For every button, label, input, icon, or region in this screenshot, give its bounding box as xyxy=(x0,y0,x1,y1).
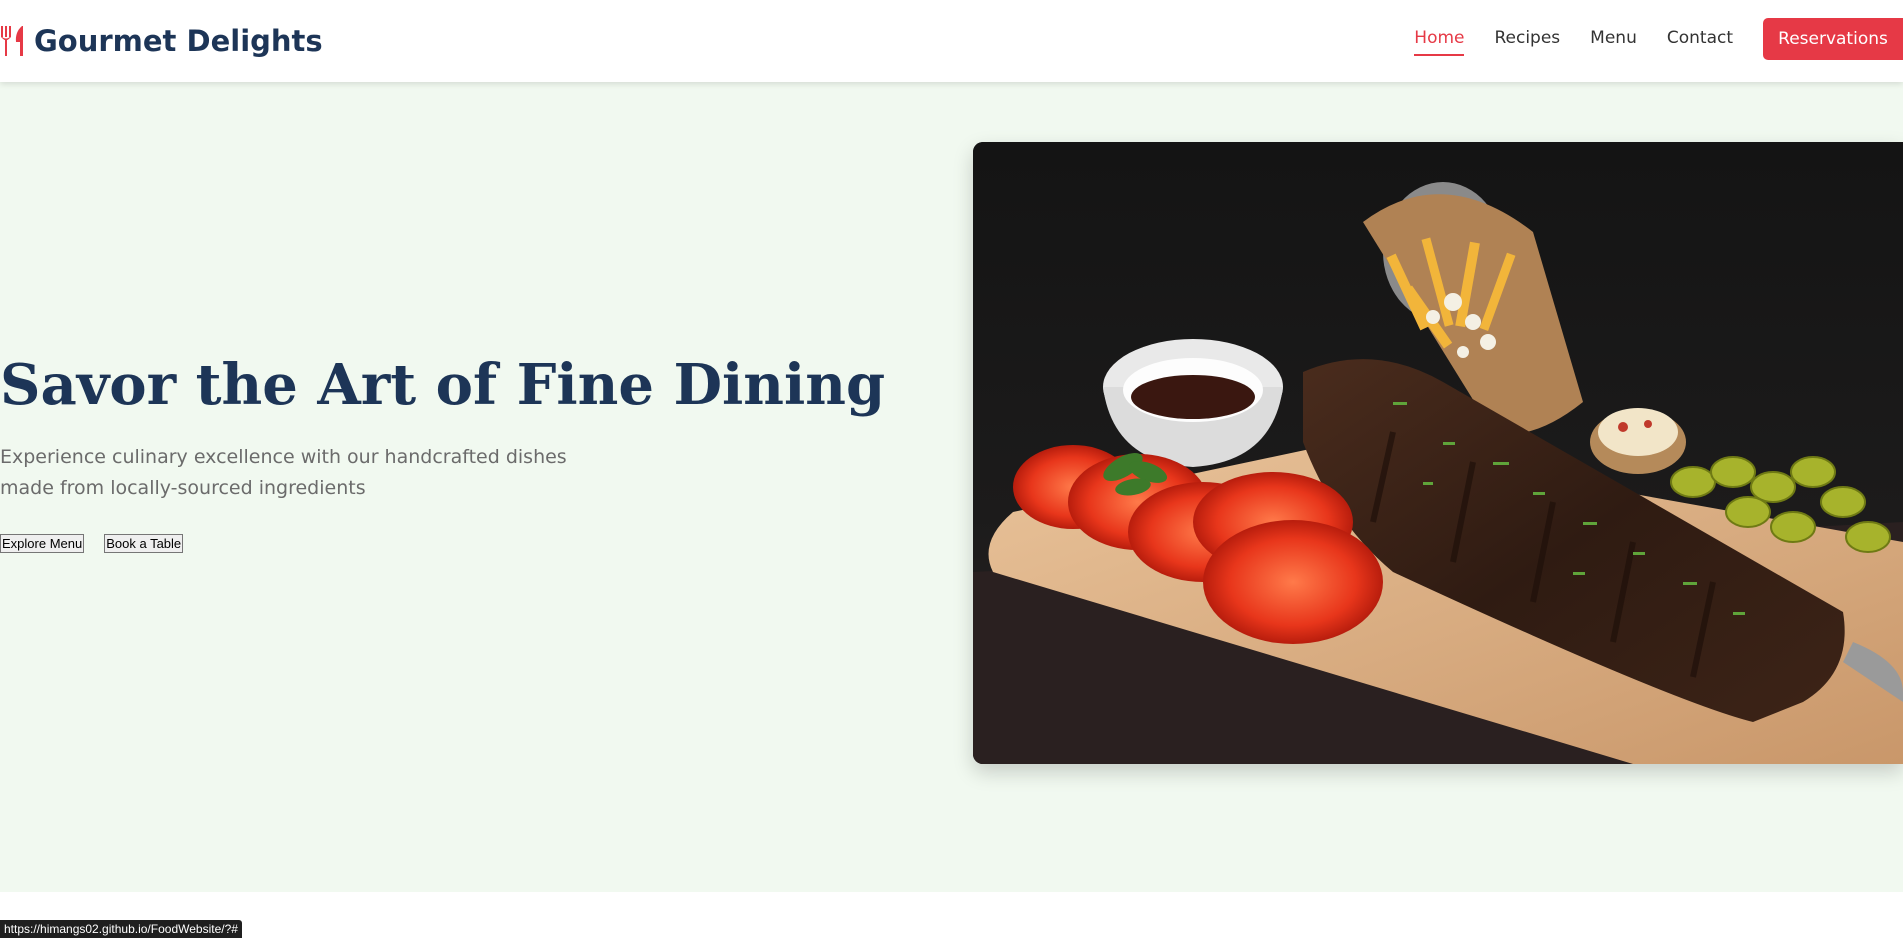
hero-title: Savor the Art of Fine Dining xyxy=(0,352,886,418)
site-header: Gourmet Delights Home Recipes Menu Conta… xyxy=(0,0,1903,82)
next-section xyxy=(0,892,1903,938)
explore-menu-button[interactable]: Explore Menu xyxy=(0,534,85,553)
utensils-icon xyxy=(0,24,28,58)
book-table-button[interactable]: Book a Table xyxy=(104,534,184,553)
hero-actions: Explore Menu Book a Table xyxy=(0,534,203,553)
hero-food-image xyxy=(973,142,1903,764)
hero-subtitle: Experience culinary excellence with our … xyxy=(0,446,567,499)
nav-link-menu[interactable]: Menu xyxy=(1590,28,1637,50)
hero-section: Savor the Art of Fine Dining Experience … xyxy=(0,82,1903,892)
nav-link-contact[interactable]: Contact xyxy=(1667,28,1733,50)
reservations-button[interactable]: Reservations xyxy=(1763,18,1903,60)
nav-link-home[interactable]: Home xyxy=(1414,28,1465,56)
nav-link-recipes[interactable]: Recipes xyxy=(1494,28,1560,50)
brand-logo[interactable]: Gourmet Delights xyxy=(0,18,323,64)
browser-status-url: https://himangs02.github.io/FoodWebsite/… xyxy=(0,920,242,938)
brand-name: Gourmet Delights xyxy=(34,24,323,58)
main-nav: Home Recipes Menu Contact Reservations xyxy=(1414,18,1903,60)
